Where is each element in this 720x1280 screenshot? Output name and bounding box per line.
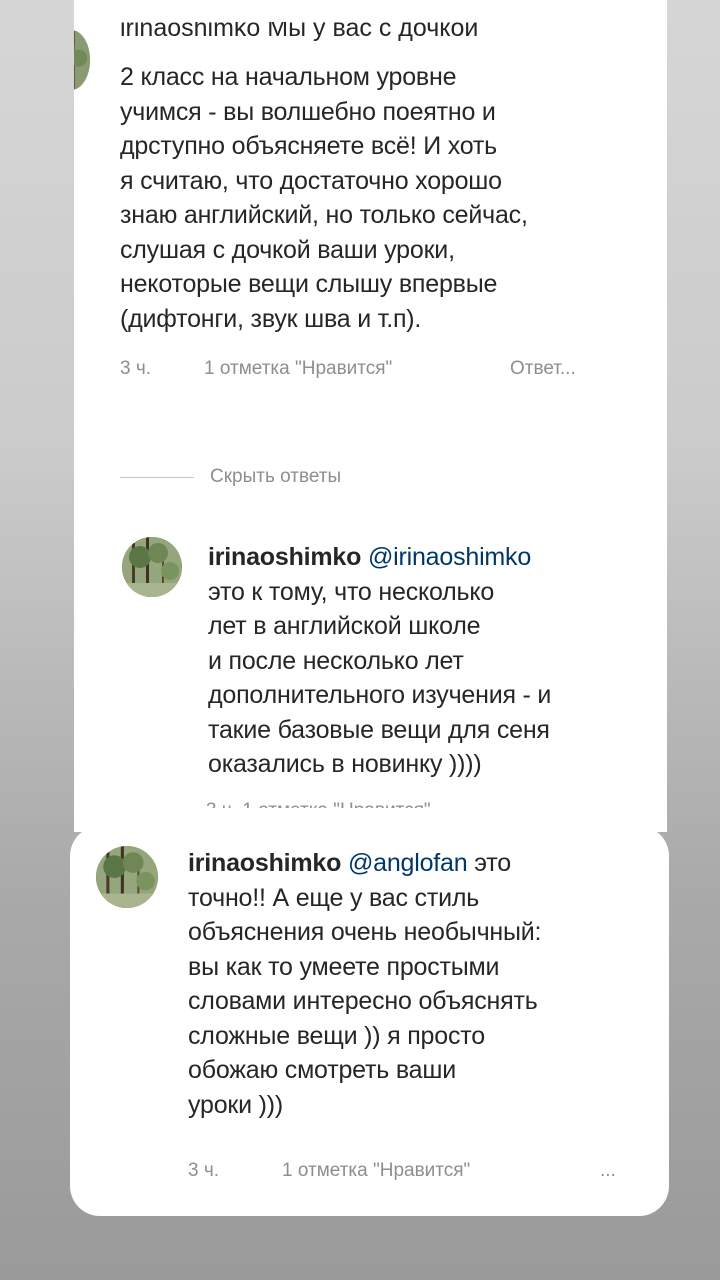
reply-line: точно!! А еще у вас стиль (188, 883, 480, 912)
reply-line: уроки ))) (188, 1090, 284, 1119)
reply-avatar[interactable] (96, 846, 158, 908)
hide-replies-label: Скрыть ответы (210, 466, 342, 487)
reply-likes[interactable]: 1 отметка "Нравится" (282, 1160, 600, 1182)
reply-mention[interactable]: @irinaoshimko (368, 543, 531, 571)
forest-avatar-image (96, 846, 158, 908)
comment-line: слушая с дочкой ваши уроки, (120, 235, 455, 264)
hide-replies-button[interactable]: Скрыть ответы (120, 466, 341, 488)
comment-time: 3 ч. (120, 358, 152, 379)
comment-line: (дифтонги, звук шва и т.п). (120, 304, 422, 333)
reply-meta-cut: 3 ч. 1 отметка "Нравится" (206, 796, 431, 808)
reply-line: оказались в новинку )))) (208, 750, 482, 778)
avatar[interactable] (74, 30, 90, 90)
reply-mention[interactable]: @anglofan (348, 849, 468, 877)
reply-line: вы как то умеете простыми (188, 952, 500, 981)
reply-line: объяснения очень необычный: (188, 918, 542, 946)
comment-cut-line: irinaoshimko Мы у вас с дочкой (120, 22, 479, 42)
comment-likes[interactable]: 1 отметка "Нравится" (204, 358, 510, 380)
comment-text: 2 класс на начальном уровне учимся - вы … (120, 60, 660, 336)
reply-line: словами интересно объяснять (188, 987, 538, 1015)
reply-first-line: irinaoshimko @irinaoshimko (208, 540, 658, 575)
reply-line: и после несколько лет (208, 646, 464, 675)
comment-line: некоторые вещи слышу впервые (120, 270, 498, 298)
forest-avatar-image (74, 31, 90, 89)
reply-line: сложные вещи )) я просто (188, 1021, 485, 1050)
comment-line: 2 класс на начальном уровне (120, 63, 457, 91)
reply-time: 3 ч. (188, 1160, 220, 1181)
reply-line: обожаю смотреть ваши (188, 1056, 456, 1084)
comment-card-top: irinaoshimko Мы у вас с дочкой 2 класс н… (74, 0, 667, 832)
comment-meta: 3 ч. 1 отметка "Нравится" Ответ... (120, 358, 576, 380)
reply-first-line: irinaoshimko @anglofan это (188, 846, 658, 881)
reply-first-tail: это (474, 849, 511, 877)
forest-avatar-image (122, 537, 182, 597)
reply-button[interactable]: Ответ... (510, 358, 576, 380)
comment-line: я считаю, что достаточно хорошо (120, 166, 502, 195)
reply-text: irinaoshimko @irinaoshimko это к тому, ч… (208, 540, 658, 782)
comment-card-bottom: irinaoshimko @anglofan это точно!! А еще… (70, 826, 669, 1216)
reply-line: лет в английской школе (208, 612, 481, 640)
reply-line: дополнительного изучения - и (208, 681, 552, 709)
divider-line (120, 476, 194, 478)
reply-avatar[interactable] (122, 537, 182, 597)
reply-username[interactable]: irinaoshimko (188, 849, 341, 877)
more-options-icon[interactable]: ... (600, 1160, 616, 1182)
reply-meta: 3 ч. 1 отметка "Нравится" ... (188, 1160, 616, 1182)
comment-line: знаю английский, но только сейчас, (120, 201, 528, 229)
reply-line: это к тому, что несколько (208, 577, 495, 606)
reply-line: такие базовые вещи для сеня (208, 715, 550, 744)
reply-username[interactable]: irinaoshimko (208, 543, 361, 571)
reply-text: irinaoshimko @anglofan это точно!! А еще… (188, 846, 658, 1122)
comment-line: дрступно объясняете всё! И хоть (120, 132, 497, 160)
comment-line: учимся - вы волшебно поеятно и (120, 97, 496, 126)
